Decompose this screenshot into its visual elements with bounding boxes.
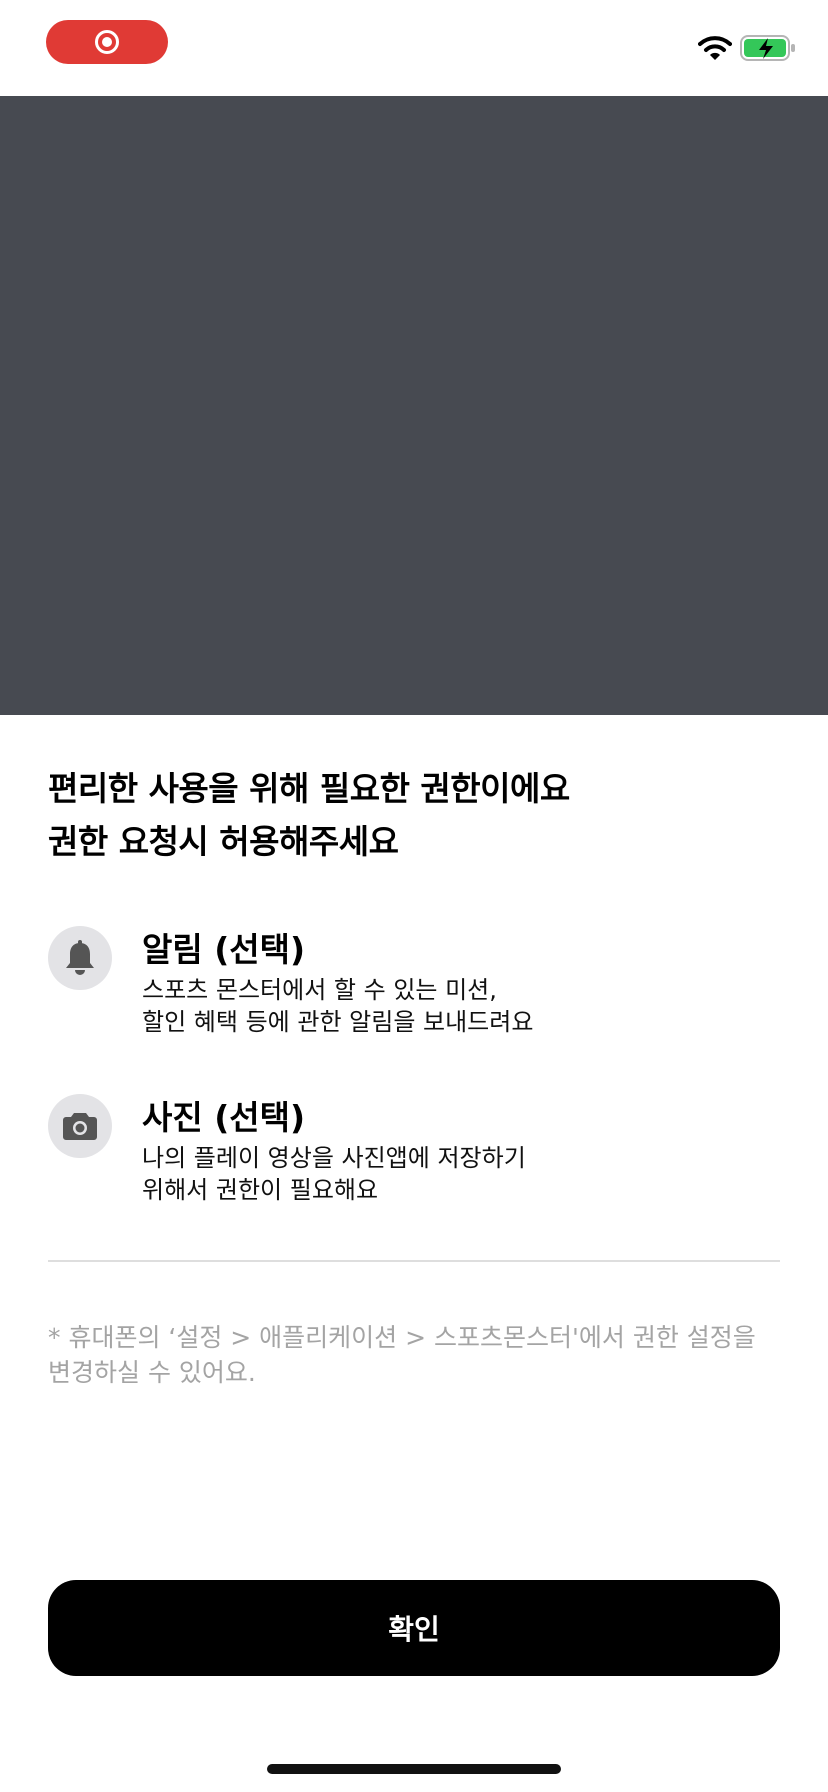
permission-description: 나의 플레이 영상을 사진앱에 저장하기 위해서 권한이 필요해요 (142, 1142, 526, 1206)
divider (48, 1260, 780, 1262)
status-bar (0, 0, 828, 96)
bell-icon (48, 926, 112, 990)
page-title-line-2: 권한 요청시 허용해주세요 (48, 822, 399, 861)
permission-description-line: 스포츠 몬스터에서 할 수 있는 미션, (142, 976, 497, 1004)
footnote-line-1: * 휴대폰의 ‘설정 > 애플리케이션 > 스포츠몬스터'에서 권한 설정을 (48, 1323, 756, 1352)
permission-title: 사진 (선택) (142, 1098, 306, 1137)
permission-description-line: 할인 혜택 등에 관한 알림을 보내드려요 (142, 1008, 534, 1036)
permission-description-line: 위해서 권한이 필요해요 (142, 1176, 379, 1204)
page-title-line-1: 편리한 사용을 위해 필요한 권한이에요 (48, 769, 570, 808)
wifi-icon (698, 36, 732, 60)
screen-record-indicator[interactable] (46, 20, 168, 64)
home-indicator[interactable] (267, 1764, 561, 1774)
hero-image-placeholder (0, 96, 828, 715)
battery-charging-icon (740, 35, 795, 61)
screen-record-icon (95, 30, 119, 54)
camera-icon (48, 1094, 112, 1158)
settings-footnote: * 휴대폰의 ‘설정 > 애플리케이션 > 스포츠몬스터'에서 권한 설정을 변… (48, 1320, 788, 1390)
footnote-line-2: 변경하실 수 있어요. (48, 1358, 256, 1387)
permission-title: 알림 (선택) (142, 930, 306, 969)
permission-description: 스포츠 몬스터에서 할 수 있는 미션, 할인 혜택 등에 관한 알림을 보내드… (142, 974, 533, 1038)
confirm-button[interactable]: 확인 (48, 1580, 780, 1676)
page-title: 편리한 사용을 위해 필요한 권한이에요 권한 요청시 허용해주세요 (48, 762, 788, 868)
permission-description-line: 나의 플레이 영상을 사진앱에 저장하기 (142, 1144, 526, 1172)
